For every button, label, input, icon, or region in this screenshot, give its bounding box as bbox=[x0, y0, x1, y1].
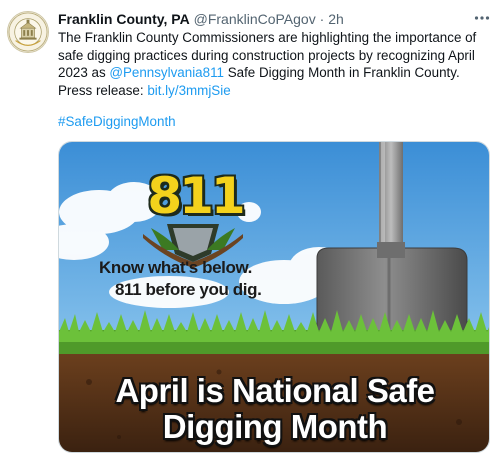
tweet-media-image[interactable]: 811 Know what's below. 811 before you di… bbox=[58, 141, 490, 453]
tweet-timestamp[interactable]: 2h bbox=[328, 11, 344, 27]
headline-line2: Digging Month bbox=[162, 408, 388, 445]
tweet-card[interactable]: Franklin County, PA @FranklinCoPAgov · 2… bbox=[0, 0, 500, 456]
author-handle[interactable]: @FranklinCoPAgov bbox=[194, 11, 316, 27]
county-seal-icon bbox=[8, 12, 48, 52]
avatar[interactable] bbox=[7, 11, 49, 53]
tweet-header: Franklin County, PA @FranklinCoPAgov · 2… bbox=[58, 10, 490, 28]
separator-dot: · bbox=[319, 11, 325, 27]
mention-link[interactable]: @Pennsylvania811 bbox=[109, 65, 224, 80]
headline-line1: April is National Safe bbox=[115, 372, 435, 409]
tagline-line2: 811 before you dig. bbox=[115, 280, 262, 299]
more-horizontal-icon[interactable] bbox=[472, 9, 492, 27]
tweet-text: The Franklin County Commissioners are hi… bbox=[58, 29, 490, 99]
author-name[interactable]: Franklin County, PA bbox=[58, 11, 190, 27]
logo-811: 811 bbox=[147, 167, 245, 225]
press-release-link[interactable]: bit.ly/3mmjSie bbox=[147, 83, 230, 98]
headline: April is National Safe Digging Month bbox=[59, 372, 489, 445]
tagline-line1: Know what's below. bbox=[99, 258, 252, 277]
hashtag-link[interactable]: #SafeDiggingMonth bbox=[58, 113, 176, 131]
